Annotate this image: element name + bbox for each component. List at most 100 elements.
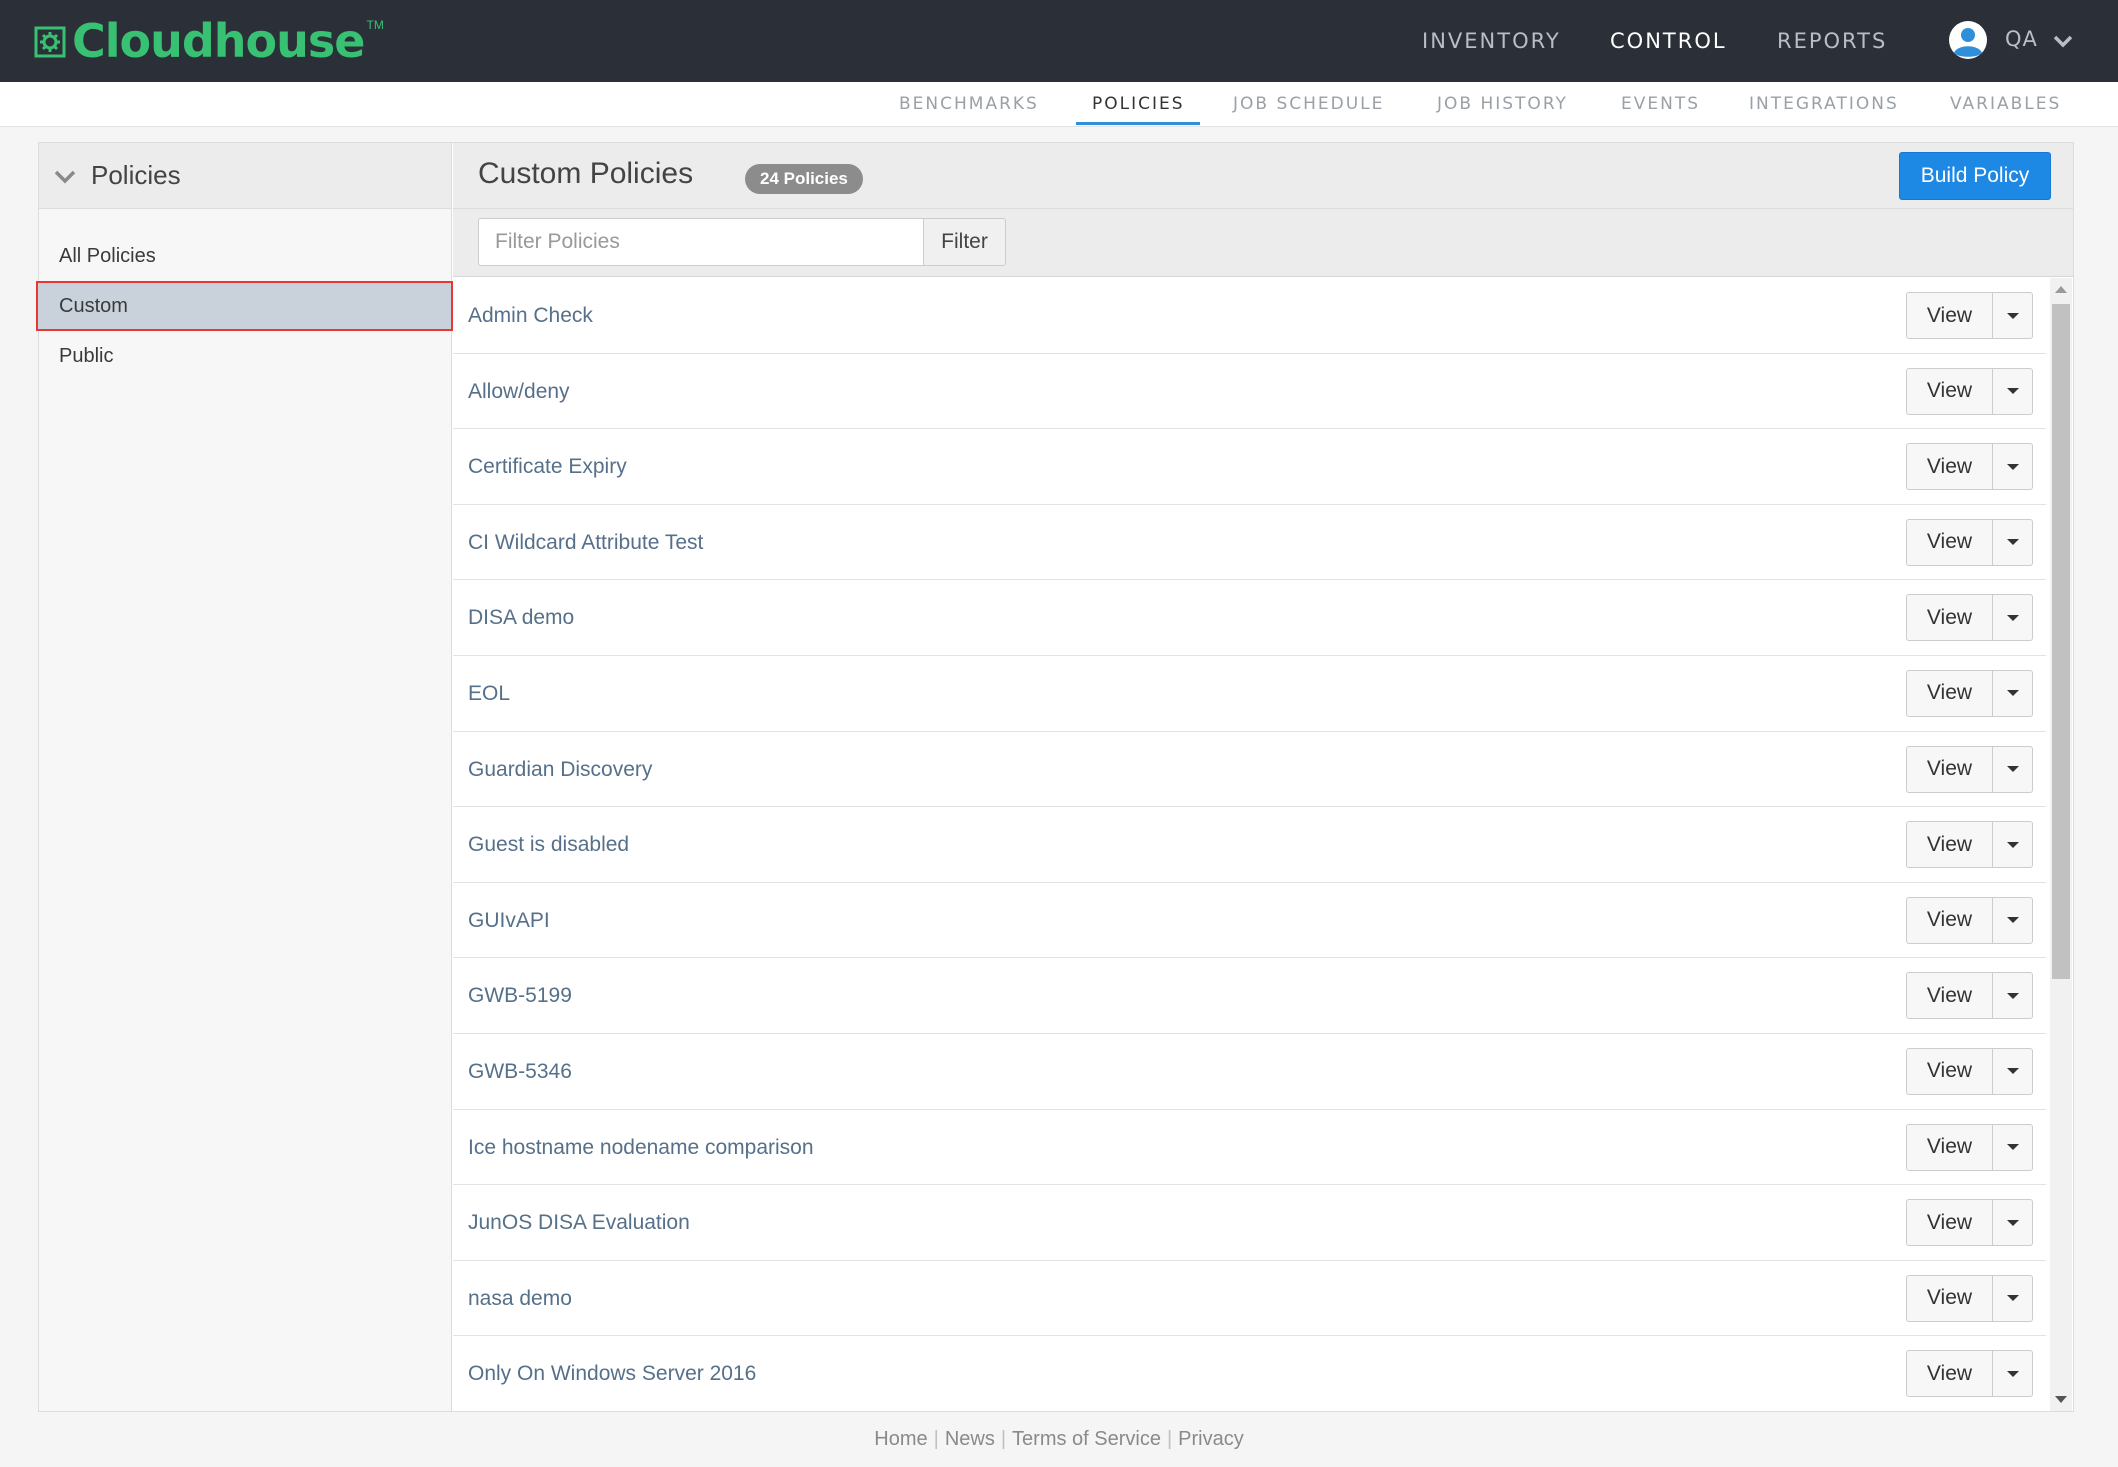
- view-button-group: View: [1906, 367, 2033, 415]
- nav-reports[interactable]: REPORTS: [1777, 29, 1887, 53]
- policy-name-link[interactable]: GUIvAPI: [468, 883, 550, 958]
- footer-link-home[interactable]: Home: [874, 1428, 927, 1450]
- row-actions-dropdown-toggle[interactable]: [1993, 1199, 2033, 1247]
- footer-separator: |: [933, 1428, 939, 1450]
- build-policy-button[interactable]: Build Policy: [1899, 152, 2051, 200]
- filter-button[interactable]: Filter: [923, 218, 1006, 266]
- view-button[interactable]: View: [1906, 1274, 1993, 1322]
- subnav-policies[interactable]: POLICIES: [1092, 82, 1185, 127]
- view-button[interactable]: View: [1906, 669, 1993, 717]
- brand-name: Cloudhouse: [72, 14, 365, 68]
- view-button[interactable]: View: [1906, 821, 1993, 869]
- row-actions-dropdown-toggle[interactable]: [1993, 1123, 2033, 1171]
- footer-link-news[interactable]: News: [945, 1428, 995, 1450]
- table-row: GWB-5199 View: [453, 958, 2046, 1034]
- filter-policies-input[interactable]: [478, 218, 924, 266]
- footer-link-terms[interactable]: Terms of Service: [1012, 1428, 1161, 1450]
- view-button-group: View: [1906, 594, 2033, 642]
- view-button[interactable]: View: [1906, 367, 1993, 415]
- policy-name-link[interactable]: GWB-5346: [468, 1034, 572, 1109]
- footer-link-privacy[interactable]: Privacy: [1178, 1428, 1244, 1450]
- footer-separator: |: [1000, 1428, 1007, 1450]
- scroll-up-arrow-icon[interactable]: [2055, 286, 2067, 293]
- top-navbar: Cloudhouse TM INVENTORY CONTROL REPORTS …: [0, 0, 2118, 82]
- view-button-group: View: [1906, 1123, 2033, 1171]
- policy-name-link[interactable]: DISA demo: [468, 580, 574, 655]
- row-actions-dropdown-toggle[interactable]: [1993, 1047, 2033, 1095]
- policies-sidebar: Policies All Policies Custom Public: [36, 143, 453, 1411]
- view-button[interactable]: View: [1906, 518, 1993, 566]
- list-scrollbar[interactable]: [2050, 278, 2072, 1411]
- caret-down-icon: [2006, 766, 2019, 773]
- row-actions-dropdown-toggle[interactable]: [1993, 518, 2033, 566]
- subnav-integrations[interactable]: INTEGRATIONS: [1749, 82, 1899, 127]
- table-row: CI Wildcard Attribute Test View: [453, 505, 2046, 581]
- sidebar-item-public[interactable]: Public: [39, 331, 451, 381]
- brand-logo[interactable]: Cloudhouse TM: [34, 14, 384, 68]
- scrollbar-thumb[interactable]: [2052, 304, 2070, 979]
- row-actions-dropdown-toggle[interactable]: [1993, 367, 2033, 415]
- view-button[interactable]: View: [1906, 896, 1993, 944]
- row-actions-dropdown-toggle[interactable]: [1993, 594, 2033, 642]
- nav-inventory[interactable]: INVENTORY: [1422, 29, 1561, 53]
- table-row: JunOS DISA Evaluation View: [453, 1185, 2046, 1261]
- policy-name-link[interactable]: CI Wildcard Attribute Test: [468, 505, 703, 580]
- view-button[interactable]: View: [1906, 745, 1993, 793]
- view-button[interactable]: View: [1906, 1199, 1993, 1247]
- user-avatar-icon[interactable]: [1948, 20, 1988, 60]
- subnav-job-schedule[interactable]: JOB SCHEDULE: [1233, 82, 1384, 127]
- sidebar-item-custom[interactable]: Custom: [36, 281, 453, 331]
- view-button[interactable]: View: [1906, 1047, 1993, 1095]
- filter-bar: Filter: [453, 209, 2073, 277]
- subnav-benchmarks[interactable]: BENCHMARKS: [899, 82, 1039, 127]
- row-actions-dropdown-toggle[interactable]: [1993, 1350, 2033, 1398]
- sidebar-item-all-policies[interactable]: All Policies: [39, 231, 451, 281]
- row-actions-dropdown-toggle[interactable]: [1993, 896, 2033, 944]
- row-actions-dropdown-toggle[interactable]: [1993, 972, 2033, 1020]
- scroll-down-arrow-icon[interactable]: [2055, 1396, 2067, 1403]
- footer-separator: |: [1166, 1428, 1173, 1450]
- user-name[interactable]: QA: [2005, 27, 2038, 51]
- row-actions-dropdown-toggle[interactable]: [1993, 292, 2033, 339]
- view-button[interactable]: View: [1906, 1350, 1993, 1398]
- policy-name-link[interactable]: GWB-5199: [468, 958, 572, 1033]
- policy-name-link[interactable]: Allow/deny: [468, 354, 570, 429]
- policy-name-link[interactable]: Only On Windows Server 2016: [468, 1336, 756, 1411]
- caret-down-icon: [2006, 1068, 2019, 1075]
- chevron-down-icon[interactable]: [2052, 30, 2074, 52]
- view-button[interactable]: View: [1906, 1123, 1993, 1171]
- row-actions-dropdown-toggle[interactable]: [1993, 669, 2033, 717]
- caret-down-icon: [2006, 841, 2019, 848]
- policy-name-link[interactable]: Guest is disabled: [468, 807, 629, 882]
- view-button-group: View: [1906, 972, 2033, 1020]
- subnav-variables[interactable]: VARIABLES: [1950, 82, 2061, 127]
- row-actions-dropdown-toggle[interactable]: [1993, 443, 2033, 491]
- row-actions-dropdown-toggle[interactable]: [1993, 821, 2033, 869]
- subnav-job-history[interactable]: JOB HISTORY: [1437, 82, 1568, 127]
- view-button-group: View: [1906, 443, 2033, 491]
- policy-name-link[interactable]: Certificate Expiry: [468, 429, 627, 504]
- policy-name-link[interactable]: EOL: [468, 656, 510, 731]
- nav-control[interactable]: CONTROL: [1610, 29, 1727, 53]
- subnav-events[interactable]: EVENTS: [1621, 82, 1700, 127]
- row-actions-dropdown-toggle[interactable]: [1993, 745, 2033, 793]
- view-button[interactable]: View: [1906, 443, 1993, 491]
- view-button[interactable]: View: [1906, 594, 1993, 642]
- policy-list: Admin Check View Allow/deny View Certificate…: [453, 278, 2046, 1411]
- caret-down-icon: [2006, 690, 2019, 697]
- view-button[interactable]: View: [1906, 972, 1993, 1020]
- row-actions-dropdown-toggle[interactable]: [1993, 1274, 2033, 1322]
- policy-name-link[interactable]: nasa demo: [468, 1261, 572, 1336]
- policy-name-link[interactable]: Ice hostname nodename comparison: [468, 1110, 814, 1185]
- table-row: Allow/deny View: [453, 354, 2046, 430]
- table-row: Ice hostname nodename comparison View: [453, 1110, 2046, 1186]
- gear-logo-icon: [34, 26, 66, 58]
- sidebar-header[interactable]: Policies: [39, 143, 451, 209]
- policy-name-link[interactable]: JunOS DISA Evaluation: [468, 1185, 690, 1260]
- view-button[interactable]: View: [1906, 292, 1993, 339]
- chevron-down-icon[interactable]: [53, 164, 77, 188]
- brand-trademark: TM: [366, 18, 384, 32]
- policy-name-link[interactable]: Admin Check: [468, 278, 593, 353]
- policy-name-link[interactable]: Guardian Discovery: [468, 732, 652, 807]
- caret-down-icon: [2006, 917, 2019, 924]
